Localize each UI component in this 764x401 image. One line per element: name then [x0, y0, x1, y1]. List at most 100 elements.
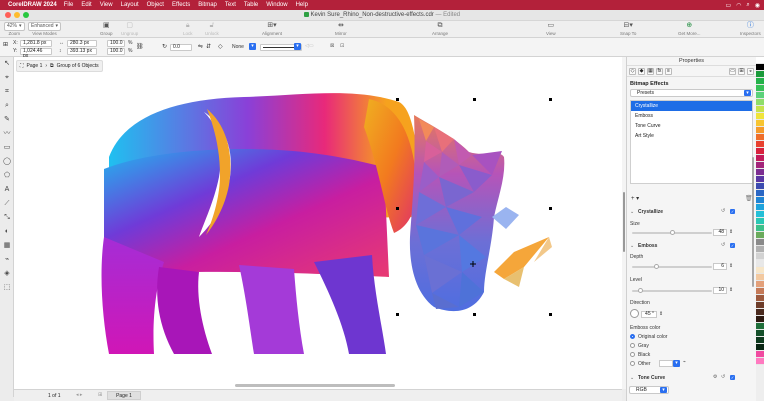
color-swatch[interactable] [756, 225, 764, 232]
outline-width-dropdown[interactable]: ▾ [249, 43, 256, 50]
depth-slider[interactable] [632, 264, 712, 269]
list-item-art-style[interactable]: Art Style [631, 131, 752, 141]
menu-window[interactable]: Window [266, 2, 287, 8]
frame-tab-icon[interactable]: ▭ [729, 67, 736, 75]
mirror-button[interactable]: ⇹ Mirror [335, 22, 347, 36]
overflow-tab-icon[interactable]: ◒ [747, 67, 754, 75]
color-swatch[interactable] [756, 204, 764, 211]
color-swatch[interactable] [756, 253, 764, 260]
color-swatch[interactable] [756, 323, 764, 330]
color-swatch[interactable] [756, 274, 764, 281]
menu-object[interactable]: Object [147, 2, 164, 8]
color-swatch[interactable] [756, 78, 764, 85]
depth-input[interactable]: 6 [713, 263, 727, 270]
color-swatch[interactable] [756, 99, 764, 106]
color-swatch[interactable] [756, 239, 764, 246]
zoom-tool-icon[interactable]: ⌕ [2, 101, 12, 111]
rhino-artwork[interactable] [14, 57, 622, 389]
zoom-control[interactable]: 42% ▾ Zoom [4, 22, 25, 36]
radio-gray[interactable] [630, 343, 635, 348]
unlock-button[interactable]: 🔓︎ Unlock [205, 22, 219, 36]
radio-original-color[interactable] [630, 334, 635, 339]
color-swatch[interactable] [756, 85, 764, 92]
zoom-select[interactable]: 42% ▾ [4, 22, 25, 31]
menu-layout[interactable]: Layout [121, 2, 139, 8]
outline-tab-icon[interactable]: ◇ [629, 67, 636, 75]
direction-input[interactable]: 45 ° [641, 311, 657, 318]
parallel-dimension-icon[interactable]: ⟋ [2, 199, 12, 209]
wrap-icon[interactable]: ⊠ [330, 43, 334, 49]
ungroup-button[interactable]: ▢ Ungroup [121, 22, 138, 36]
page-tab-icon[interactable]: ⊞ [738, 67, 745, 75]
transparency-tab-icon[interactable]: ▦ [647, 67, 654, 75]
color-swatch[interactable] [756, 113, 764, 120]
zoom-window-button[interactable] [23, 12, 29, 18]
color-swatch[interactable] [756, 148, 764, 155]
minimize-window-button[interactable] [14, 12, 20, 18]
docker-scrollbar[interactable] [752, 157, 754, 287]
other-color-swatch[interactable] [659, 360, 673, 367]
eyedropper-icon[interactable]: ⌁ [683, 359, 686, 365]
color-swatch[interactable] [756, 141, 764, 148]
level-slider[interactable] [632, 288, 712, 293]
color-swatch[interactable] [756, 295, 764, 302]
menu-effects[interactable]: Effects [172, 2, 190, 8]
reset-emboss-icon[interactable]: ↺ [721, 242, 725, 248]
color-swatch[interactable] [756, 260, 764, 267]
size-slider-knob[interactable] [670, 230, 675, 235]
color-swatch[interactable] [756, 344, 764, 351]
color-swatch[interactable] [756, 309, 764, 316]
crystallize-enabled-checkbox[interactable]: ✓ [730, 209, 735, 214]
color-swatch[interactable] [756, 134, 764, 141]
presets-select[interactable]: Presets ▾ [630, 89, 753, 97]
snap-to-button[interactable]: ⊟▾ Snap To [620, 22, 636, 36]
artistic-media-icon[interactable]: 〰 [2, 129, 12, 139]
fill-tool-icon[interactable]: ◈ [2, 269, 12, 279]
effects-tab-icon[interactable]: fx [656, 67, 663, 75]
color-swatch[interactable] [756, 211, 764, 218]
transparency-tool-icon[interactable]: ▦ [2, 241, 12, 251]
color-swatch[interactable] [756, 218, 764, 225]
fill-tab-icon[interactable]: ◆ [638, 67, 645, 75]
list-item-emboss[interactable]: Emboss [631, 111, 752, 121]
color-swatch[interactable] [756, 281, 764, 288]
level-input[interactable]: 10 [713, 287, 727, 294]
inspectors-button[interactable]: ⓘ Inspectors [740, 22, 761, 36]
page-tab[interactable]: Page 1 [107, 391, 141, 400]
menu-file[interactable]: File [64, 2, 74, 8]
arrow-start-icon[interactable]: ◁▭ [305, 43, 314, 49]
x-position-field[interactable]: 1,281.8 px [20, 40, 52, 47]
color-swatch[interactable] [756, 197, 764, 204]
reference-point-icon[interactable]: ⊞ [3, 41, 8, 48]
angle-field[interactable]: 0.0 [170, 44, 192, 51]
color-swatch[interactable] [756, 330, 764, 337]
y-position-field[interactable]: 1,024.46 px [20, 48, 52, 59]
breadcrumb-object[interactable]: Group of 6 Objects [57, 63, 99, 69]
close-window-button[interactable] [5, 12, 11, 18]
scale-width-field[interactable]: 100.0 [107, 40, 125, 47]
radio-black[interactable] [630, 352, 635, 357]
color-swatch[interactable] [756, 127, 764, 134]
color-swatch[interactable] [756, 358, 764, 365]
group-button[interactable]: ▣ Group [100, 22, 113, 36]
breadcrumb-page[interactable]: Page 1 [27, 63, 43, 69]
color-swatch[interactable] [756, 337, 764, 344]
color-swatch[interactable] [756, 57, 764, 64]
mirror-v-icon[interactable]: ⇵ [206, 43, 211, 50]
view-mode-select[interactable]: Enhanced ▾ [28, 22, 62, 31]
color-swatch[interactable] [756, 267, 764, 274]
level-stepper[interactable]: ⇕ [729, 287, 733, 293]
color-swatch[interactable] [756, 232, 764, 239]
color-swatch[interactable] [756, 120, 764, 127]
depth-stepper[interactable]: ⇕ [729, 263, 733, 269]
add-effect-button[interactable]: + ▾ [631, 195, 639, 202]
reset-tone-curve-icon[interactable]: ↺ [721, 374, 725, 380]
color-swatch[interactable] [756, 155, 764, 162]
crop-tool-icon[interactable]: ⌗ [2, 87, 12, 97]
get-more-button[interactable]: ⊕ Get More... [678, 22, 701, 36]
menu-text[interactable]: Text [225, 2, 236, 8]
ellipse-tool-icon[interactable]: ◯ [2, 157, 12, 167]
channel-select[interactable]: RGB ▾ [629, 386, 669, 394]
tone-curve-settings-icon[interactable]: ⚙ [713, 374, 717, 380]
depth-slider-knob[interactable] [654, 264, 659, 269]
